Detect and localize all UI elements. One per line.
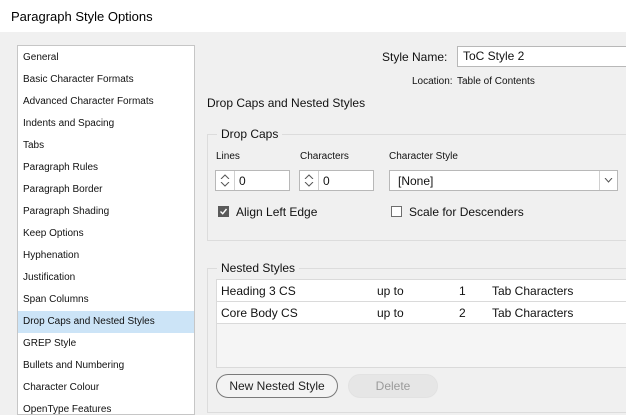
sidebar-item-basic-character-formats[interactable]: Basic Character Formats <box>18 69 194 91</box>
sidebar-item-general[interactable]: General <box>18 47 194 69</box>
sidebar-item-opentype-features[interactable]: OpenType Features <box>18 399 194 414</box>
nested-style-count: 1 <box>459 284 466 298</box>
nested-style-count: 2 <box>459 306 466 320</box>
table-row[interactable]: Heading 3 CS up to 1 Tab Characters <box>217 280 626 302</box>
nested-styles-group-label: Nested Styles <box>217 261 300 275</box>
section-title: Drop Caps and Nested Styles <box>207 96 366 110</box>
sidebar-item-bullets-and-numbering[interactable]: Bullets and Numbering <box>18 355 194 377</box>
location-label: Location: <box>412 76 453 87</box>
nested-style-relation: up to <box>377 306 404 320</box>
align-left-edge-label[interactable]: Align Left Edge <box>236 205 317 219</box>
sidebar-item-advanced-character-formats[interactable]: Advanced Character Formats <box>18 91 194 113</box>
chevron-down-icon <box>220 182 230 187</box>
sidebar-item-span-columns[interactable]: Span Columns <box>18 289 194 311</box>
lines-stepper[interactable]: 0 <box>215 170 290 191</box>
nested-style-item: Tab Characters <box>492 306 574 320</box>
sidebar-item-keep-options[interactable]: Keep Options <box>18 223 194 245</box>
window-title: Paragraph Style Options <box>11 9 153 24</box>
nested-style-relation: up to <box>377 284 404 298</box>
chevron-up-icon <box>220 174 230 179</box>
nested-style-name: Core Body CS <box>221 306 298 320</box>
style-name-input[interactable]: ToC Style 2 <box>457 46 626 67</box>
characters-stepper-arrows[interactable] <box>300 171 319 190</box>
sidebar-item-paragraph-shading[interactable]: Paragraph Shading <box>18 201 194 223</box>
character-style-select[interactable]: [None] <box>389 170 618 191</box>
chevron-up-icon <box>304 174 314 179</box>
category-list[interactable]: General Basic Character Formats Advanced… <box>17 45 195 415</box>
character-style-value: [None] <box>398 174 434 188</box>
lines-value[interactable]: 0 <box>239 174 246 188</box>
characters-value[interactable]: 0 <box>323 174 330 188</box>
delete-button[interactable]: Delete <box>348 374 438 398</box>
nested-style-name: Heading 3 CS <box>221 284 296 298</box>
dropdown-button[interactable] <box>599 171 617 190</box>
characters-label: Characters <box>300 151 349 162</box>
style-name-label: Style Name: <box>382 50 448 64</box>
drop-caps-group-label: Drop Caps <box>217 127 283 141</box>
sidebar-item-hyphenation[interactable]: Hyphenation <box>18 245 194 267</box>
lines-stepper-arrows[interactable] <box>216 171 235 190</box>
lines-label: Lines <box>216 151 240 162</box>
sidebar-item-drop-caps-and-nested-styles[interactable]: Drop Caps and Nested Styles <box>18 311 194 333</box>
sidebar-item-character-colour[interactable]: Character Colour <box>18 377 194 399</box>
nested-style-item: Tab Characters <box>492 284 574 298</box>
sidebar-item-indents-and-spacing[interactable]: Indents and Spacing <box>18 113 194 135</box>
new-nested-style-button[interactable]: New Nested Style <box>216 374 338 398</box>
scale-for-descenders-checkbox[interactable] <box>391 206 402 217</box>
location-value: Table of Contents <box>457 76 535 87</box>
align-left-edge-checkbox[interactable] <box>218 206 229 217</box>
sidebar-item-paragraph-rules[interactable]: Paragraph Rules <box>18 157 194 179</box>
chevron-down-icon <box>604 178 613 183</box>
sidebar-item-grep-style[interactable]: GREP Style <box>18 333 194 355</box>
title-bar: Paragraph Style Options <box>0 0 626 32</box>
scale-for-descenders-label[interactable]: Scale for Descenders <box>409 205 524 219</box>
characters-stepper[interactable]: 0 <box>299 170 374 191</box>
sidebar-item-paragraph-border[interactable]: Paragraph Border <box>18 179 194 201</box>
table-row[interactable]: Core Body CS up to 2 Tab Characters <box>217 302 626 324</box>
nested-styles-table[interactable]: Heading 3 CS up to 1 Tab Characters Core… <box>216 279 626 368</box>
character-style-label: Character Style <box>389 151 458 162</box>
sidebar-item-justification[interactable]: Justification <box>18 267 194 289</box>
checkmark-icon <box>220 208 228 215</box>
chevron-down-icon <box>304 182 314 187</box>
sidebar-item-tabs[interactable]: Tabs <box>18 135 194 157</box>
